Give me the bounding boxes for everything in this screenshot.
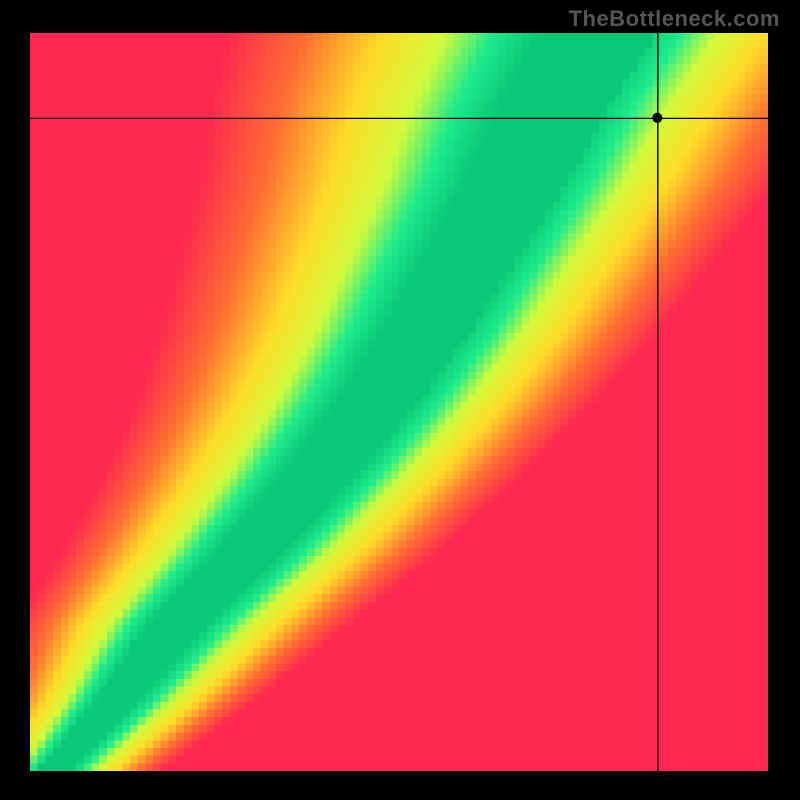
chart-frame: TheBottleneck.com	[0, 0, 800, 800]
crosshair-overlay	[30, 33, 768, 771]
watermark-text: TheBottleneck.com	[569, 6, 780, 32]
